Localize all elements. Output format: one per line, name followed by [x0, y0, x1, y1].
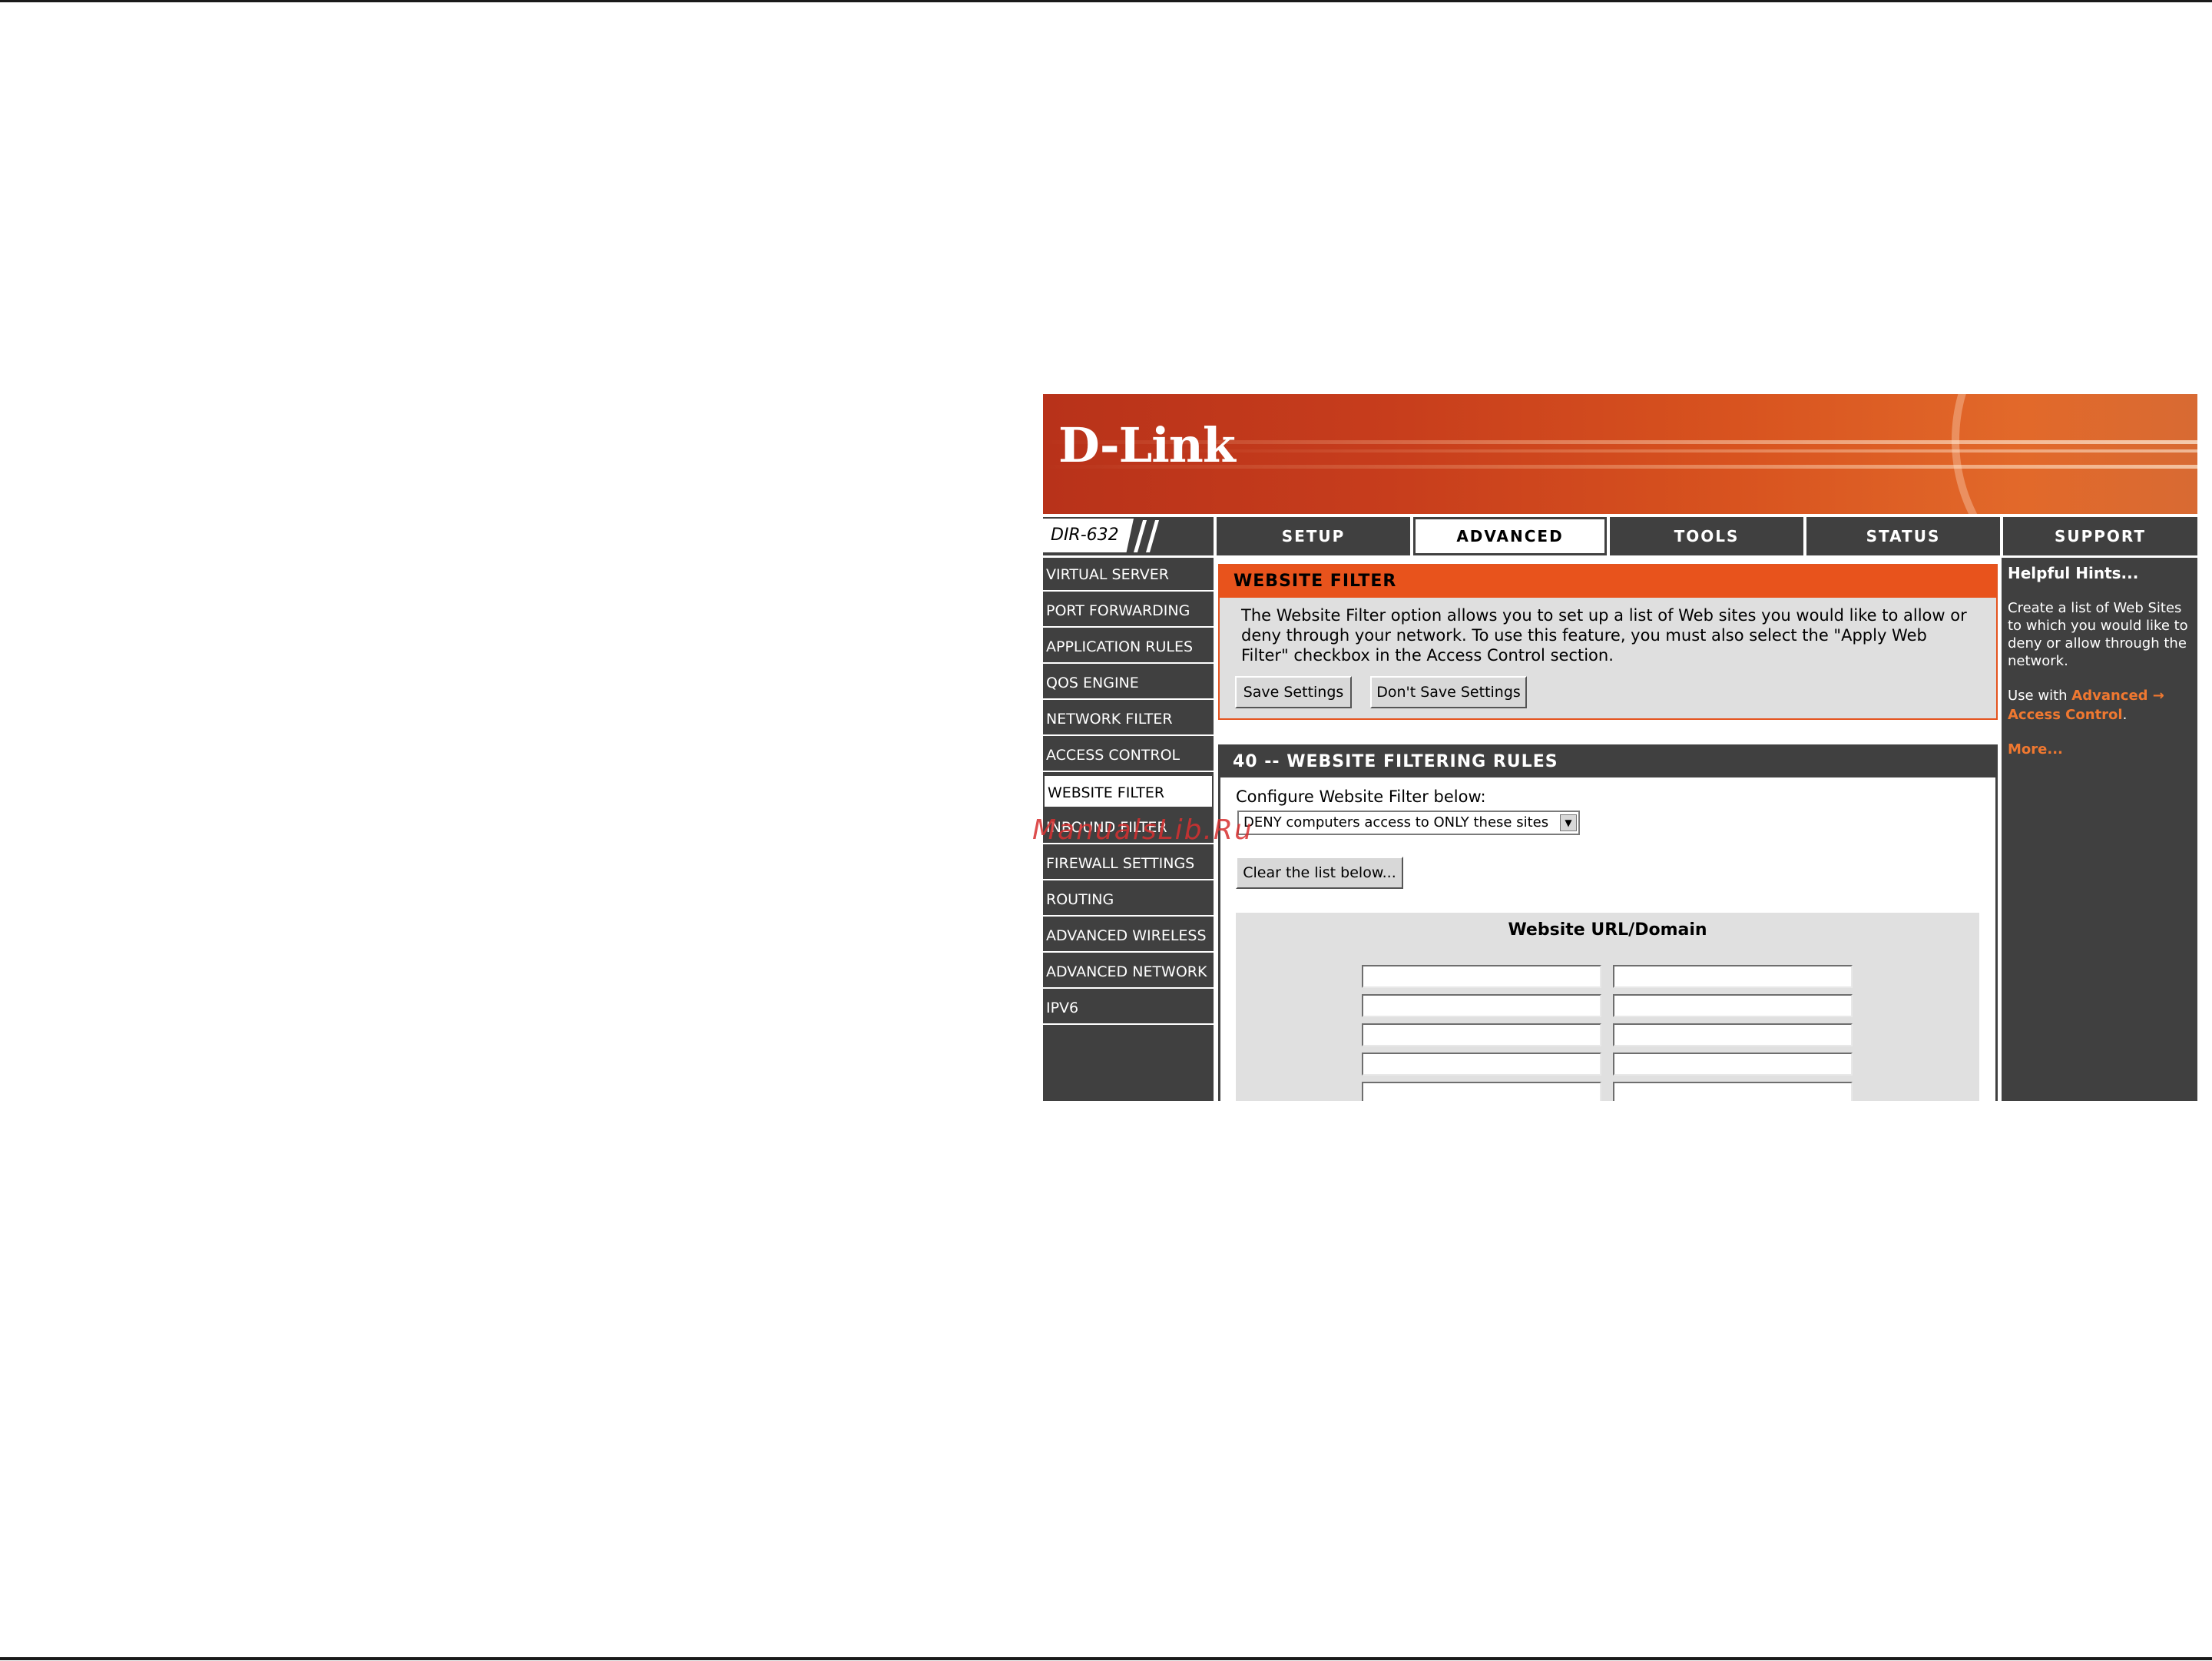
dlink-banner: D-Link [1043, 394, 2197, 514]
watermark: ManualsLib.Ru [1032, 814, 1253, 846]
url-input[interactable] [1362, 965, 1601, 988]
bottom-rule [0, 1657, 2212, 1660]
tab-setup[interactable]: SETUP [1217, 517, 1410, 555]
save-settings-button[interactable]: Save Settings [1235, 676, 1352, 708]
sidebar-item-qos-engine[interactable]: QOS ENGINE [1043, 666, 1214, 700]
clear-list-button[interactable]: Clear the list below... [1236, 857, 1403, 889]
sidebar-item-firewall-settings[interactable]: FIREWALL SETTINGS [1043, 847, 1214, 880]
sidebar-item-ipv6[interactable]: IPV6 [1043, 991, 1214, 1025]
url-input[interactable] [1613, 1053, 1853, 1076]
slash-mark [1145, 520, 1160, 552]
filtering-rules-section: 40 -- WEBSITE FILTERING RULES Configure … [1218, 744, 1998, 1101]
helpful-hints-panel: Helpful Hints... Create a list of Web Si… [2002, 558, 2197, 1101]
router-admin-screenshot: D-Link DIR-632 SETUP ADVANCED TOOLS STAT… [1043, 394, 2197, 1101]
dont-save-settings-button[interactable]: Don't Save Settings [1370, 676, 1527, 708]
model-label: DIR-632 [1043, 519, 1134, 552]
hints-use-with: Use with Advanced → Access Control. [2008, 686, 2192, 724]
configure-filter-label: Configure Website Filter below: [1236, 787, 1486, 806]
top-nav: DIR-632 SETUP ADVANCED TOOLS STATUS SUPP… [1043, 517, 2197, 555]
url-input[interactable] [1613, 1082, 1853, 1101]
sidebar-item-network-filter[interactable]: NETWORK FILTER [1043, 702, 1214, 736]
filter-mode-select[interactable]: DENY computers access to ONLY these site… [1237, 811, 1580, 835]
hints-text: Create a list of Web Sites to which you … [2008, 600, 2188, 669]
url-input[interactable] [1362, 1023, 1601, 1046]
section-title: WEBSITE FILTER [1220, 565, 1996, 598]
dlink-logo: D-Link [1058, 417, 1236, 473]
tab-status[interactable]: STATUS [1806, 517, 2000, 555]
section-description: The Website Filter option allows you to … [1241, 606, 1967, 665]
sidebar-item-website-filter[interactable]: WEBSITE FILTER [1043, 774, 1214, 808]
url-input[interactable] [1362, 994, 1601, 1017]
filter-mode-value: DENY computers access to ONLY these site… [1243, 814, 1549, 830]
rules-title: 40 -- WEBSITE FILTERING RULES [1220, 747, 1995, 777]
url-input[interactable] [1613, 965, 1853, 988]
url-input[interactable] [1362, 1053, 1601, 1076]
slash-mark [1133, 520, 1147, 552]
sidebar-item-advanced-wireless[interactable]: ADVANCED WIRELESS [1043, 919, 1214, 953]
sidebar-item-advanced-network[interactable]: ADVANCED NETWORK [1043, 955, 1214, 989]
sidebar-item-port-forwarding[interactable]: PORT FORWARDING [1043, 594, 1214, 628]
website-filter-section: WEBSITE FILTER The Website Filter option… [1218, 564, 1998, 720]
url-list-panel: Website URL/Domain [1236, 913, 1979, 1101]
tab-tools[interactable]: TOOLS [1610, 517, 1803, 555]
tab-advanced[interactable]: ADVANCED [1413, 517, 1607, 555]
hints-title: Helpful Hints... [2008, 564, 2139, 582]
top-rule [0, 0, 2212, 2]
chevron-down-icon[interactable]: ▼ [1560, 814, 1577, 831]
url-input[interactable] [1613, 1023, 1853, 1046]
tab-support[interactable]: SUPPORT [2003, 517, 2197, 555]
url-input[interactable] [1362, 1082, 1601, 1101]
sidebar-item-access-control[interactable]: ACCESS CONTROL [1043, 738, 1214, 772]
url-column-title: Website URL/Domain [1508, 920, 1707, 940]
model-box: DIR-632 [1043, 517, 1214, 555]
more-link[interactable]: More... [2008, 741, 2063, 758]
sidebar-item-virtual-server[interactable]: VIRTUAL SERVER [1043, 558, 1214, 592]
sidebar-item-application-rules[interactable]: APPLICATION RULES [1043, 630, 1214, 664]
url-input[interactable] [1613, 994, 1853, 1017]
hints-use-suffix: . [2122, 707, 2128, 723]
sidebar-item-routing[interactable]: ROUTING [1043, 883, 1214, 917]
main-content: WEBSITE FILTER The Website Filter option… [1218, 558, 1998, 1101]
hints-use-prefix: Use with [2008, 688, 2072, 704]
